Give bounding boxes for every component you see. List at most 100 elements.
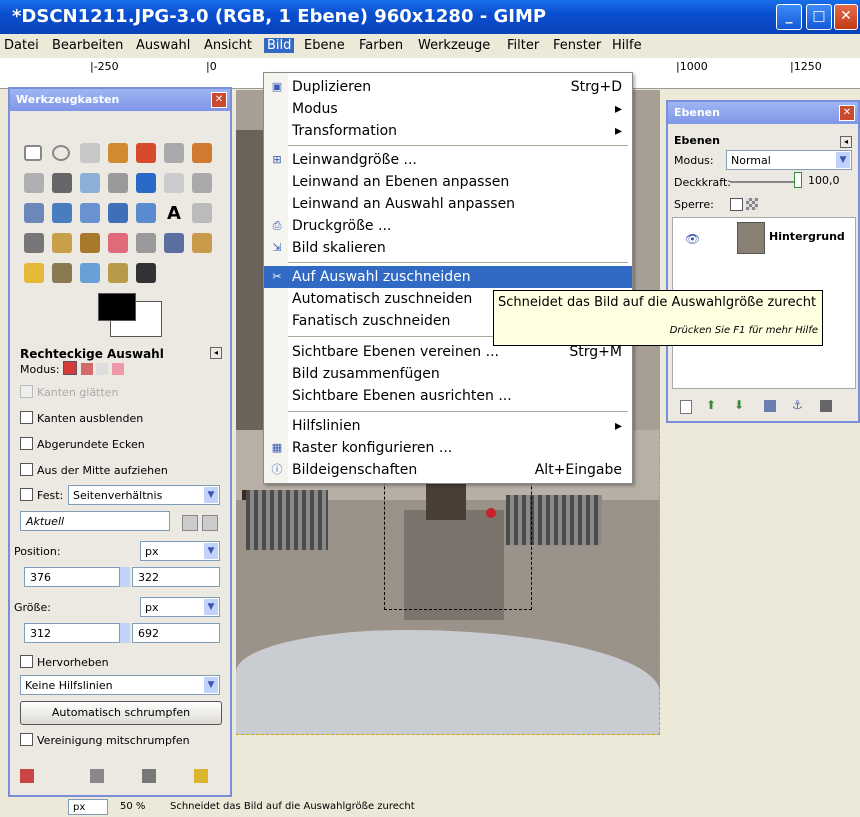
color-picker-icon[interactable] xyxy=(52,173,72,193)
mode-subtract-icon[interactable] xyxy=(96,363,109,375)
abgerundete-ecken-option[interactable]: Abgerundete Ecken xyxy=(20,437,145,451)
kanten-glaetten-option[interactable]: Kanten glätten xyxy=(20,385,118,399)
lasso-icon[interactable] xyxy=(80,143,100,163)
menu-hilfe[interactable]: Hilfe xyxy=(612,38,642,53)
foreground-select-icon[interactable] xyxy=(192,143,212,163)
menu-item-bild-skalieren[interactable]: ⇲ Bild skalieren xyxy=(264,237,632,259)
eraser-icon[interactable] xyxy=(108,233,128,253)
menu-werkzeuge[interactable]: Werkzeuge xyxy=(418,38,490,53)
menu-bearbeiten[interactable]: Bearbeiten xyxy=(52,38,123,53)
align-icon[interactable] xyxy=(164,173,184,193)
flip-icon[interactable] xyxy=(136,203,156,223)
new-layer-icon[interactable] xyxy=(680,400,692,414)
paths-icon[interactable] xyxy=(24,173,44,193)
pencil-icon[interactable] xyxy=(52,233,72,253)
menu-ansicht[interactable]: Ansicht xyxy=(204,38,252,53)
mode-replace-icon[interactable] xyxy=(63,361,78,375)
minimize-button[interactable]: _ xyxy=(776,4,802,30)
save-options-icon[interactable] xyxy=(20,769,34,783)
fest-option[interactable]: Fest: xyxy=(20,488,63,502)
menu-item-leinwandgroesse[interactable]: ⊞ Leinwandgröße ... xyxy=(264,149,632,171)
position-unit-dropdown[interactable]: px ▼ xyxy=(140,541,220,561)
portrait-icon[interactable] xyxy=(182,515,198,531)
crop-icon[interactable] xyxy=(192,173,212,193)
size-unit-dropdown[interactable]: px ▼ xyxy=(140,597,220,617)
fest-dropdown[interactable]: Seitenverhältnis ▼ xyxy=(68,485,220,505)
fuzzy-select-icon[interactable] xyxy=(108,143,128,163)
menu-item-bildeigenschaften[interactable]: ⓘ Bildeigenschaften Alt+Eingabe xyxy=(264,459,632,481)
airbrush-icon[interactable] xyxy=(136,233,156,253)
scissors-icon[interactable] xyxy=(164,143,184,163)
auto-shrink-button[interactable]: Automatisch schrumpfen xyxy=(20,701,222,725)
vereinigung-option[interactable]: Vereinigung mitschrumpfen xyxy=(20,733,190,747)
menu-item-ebenen-ausrichten[interactable]: Sichtbare Ebenen ausrichten ... xyxy=(264,385,632,407)
perspective-clone-icon[interactable] xyxy=(52,263,72,283)
lock-checkbox[interactable] xyxy=(730,198,747,212)
mode-add-icon[interactable] xyxy=(80,363,93,375)
shear-icon[interactable] xyxy=(80,203,100,223)
hervorheben-option[interactable]: Hervorheben xyxy=(20,655,109,669)
paintbrush-icon[interactable] xyxy=(80,233,100,253)
menu-item-druckgroesse[interactable]: ⎙ Druckgröße ... xyxy=(264,215,632,237)
guides-dropdown[interactable]: Keine Hilfslinien ▼ xyxy=(20,675,220,695)
foreground-color-swatch[interactable] xyxy=(98,293,136,321)
size-height-field[interactable]: 692 xyxy=(132,623,220,643)
menu-item-transformation[interactable]: Transformation ▸ xyxy=(264,120,632,142)
menu-ebene[interactable]: Ebene xyxy=(304,38,345,53)
menu-item-modus[interactable]: Modus ▸ xyxy=(264,98,632,120)
layers-close-icon[interactable]: ✕ xyxy=(839,105,855,121)
layer-row[interactable]: 👁 Hintergrund xyxy=(673,218,855,258)
visibility-eye-icon[interactable]: 👁 xyxy=(685,232,700,246)
alpha-lock-icon[interactable] xyxy=(746,198,758,210)
menu-auswahl[interactable]: Auswahl xyxy=(136,38,190,53)
menu-bild[interactable]: Bild xyxy=(264,38,295,53)
zoom-icon[interactable] xyxy=(80,173,100,193)
opacity-slider-handle[interactable] xyxy=(794,172,802,188)
menu-item-hilfslinien[interactable]: Hilfslinien ▸ xyxy=(264,415,632,437)
layer-name[interactable]: Hintergrund xyxy=(769,230,845,243)
menu-item-leinwand-auswahl[interactable]: Leinwand an Auswahl anpassen xyxy=(264,193,632,215)
zoom-selector[interactable]: 50 % xyxy=(120,801,145,812)
position-x-field[interactable]: 376 xyxy=(24,567,120,587)
rotate-icon[interactable] xyxy=(24,203,44,223)
layers-menu-icon[interactable]: ◂ xyxy=(840,136,852,148)
close-button[interactable]: ✕ xyxy=(834,4,858,30)
measure-icon[interactable] xyxy=(108,173,128,193)
opacity-slider[interactable] xyxy=(730,181,794,183)
menu-filter[interactable]: Filter xyxy=(507,38,539,53)
menu-item-auf-auswahl-zuschneiden[interactable]: ✂ Auf Auswahl zuschneiden xyxy=(264,266,632,288)
position-y-field[interactable]: 322 xyxy=(132,567,220,587)
delete-options-icon[interactable] xyxy=(142,769,156,783)
layer-mode-dropdown[interactable]: Normal ▼ xyxy=(726,150,852,170)
menu-farben[interactable]: Farben xyxy=(359,38,403,53)
menu-item-bild-zusammenfuegen[interactable]: Bild zusammenfügen xyxy=(264,363,632,385)
kanten-ausblenden-option[interactable]: Kanten ausblenden xyxy=(20,411,143,425)
ink-icon[interactable] xyxy=(164,233,184,253)
opacity-value[interactable]: 100,0 xyxy=(808,174,840,187)
menu-fenster[interactable]: Fenster xyxy=(553,38,601,53)
bucket-fill-icon[interactable] xyxy=(192,203,212,223)
maximize-button[interactable]: □ xyxy=(806,4,832,30)
menu-item-raster-konfigurieren[interactable]: ▦ Raster konfigurieren ... xyxy=(264,437,632,459)
unit-selector[interactable]: px xyxy=(68,799,108,815)
text-tool-icon[interactable]: A xyxy=(164,203,184,224)
blend-icon[interactable] xyxy=(24,233,44,253)
aus-der-mitte-option[interactable]: Aus der Mitte aufziehen xyxy=(20,463,168,477)
size-width-field[interactable]: 312 xyxy=(24,623,120,643)
spin-x-icon[interactable] xyxy=(120,567,130,587)
options-menu-icon[interactable]: ◂ xyxy=(210,347,222,359)
lower-layer-icon[interactable]: ⬇ xyxy=(734,398,744,412)
mode-intersect-icon[interactable] xyxy=(111,363,124,375)
delete-layer-icon[interactable] xyxy=(820,400,832,412)
blur-icon[interactable] xyxy=(80,263,100,283)
restore-options-icon[interactable] xyxy=(90,769,104,783)
scale-icon[interactable] xyxy=(52,203,72,223)
anchor-layer-icon[interactable]: ⚓ xyxy=(792,398,803,412)
duplicate-layer-icon[interactable] xyxy=(764,400,776,412)
menu-datei[interactable]: Datei xyxy=(4,38,39,53)
landscape-icon[interactable] xyxy=(202,515,218,531)
heal-icon[interactable] xyxy=(24,263,44,283)
aspect-ratio-field[interactable]: Aktuell xyxy=(20,511,170,531)
clone-icon[interactable] xyxy=(192,233,212,253)
spin-w-icon[interactable] xyxy=(120,623,130,643)
